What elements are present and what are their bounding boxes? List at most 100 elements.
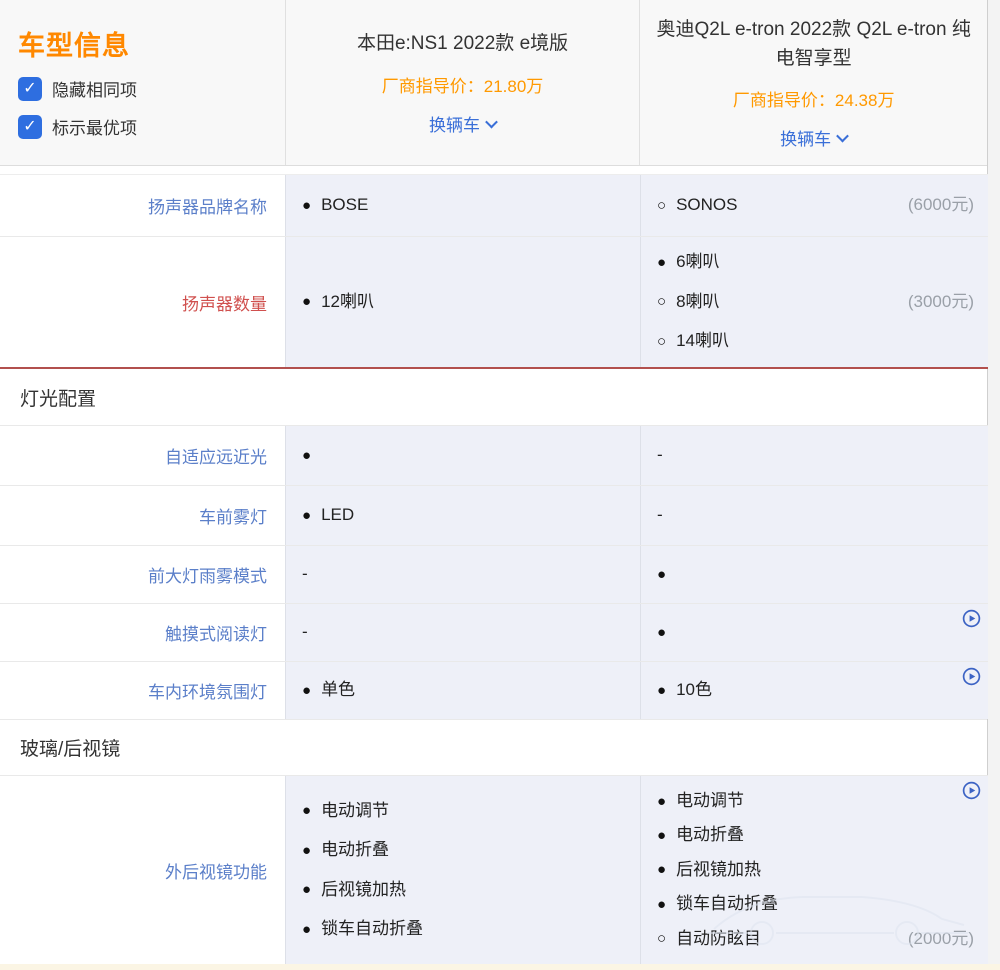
feature-item: ●电动调节: [302, 801, 626, 821]
row-label-front-fog[interactable]: 车前雾灯: [0, 486, 285, 545]
car2-price: 厂商指导价：24.38万: [733, 86, 895, 111]
feature-item: ●单色: [302, 680, 626, 700]
car2-ambient-light-cell: ●10色: [640, 662, 988, 719]
filled-dot-icon: ●: [302, 922, 311, 937]
car1-front-fog-cell: ●LED: [285, 486, 640, 545]
feature-item: ○SONOS(6000元): [657, 195, 974, 215]
table-row-front-fog: 车前雾灯 ●LED -: [0, 485, 988, 545]
filled-dot-icon: ●: [657, 794, 666, 809]
mark-best-row: ✓ 标示最优项: [18, 114, 285, 139]
filled-dot-icon: ●: [657, 255, 666, 270]
feature-item: ●后视镜加热: [657, 860, 974, 880]
feature-item: ○自动防眩目(2000元): [657, 929, 974, 949]
chevron-down-icon: [485, 115, 498, 128]
feature-item: ●: [657, 567, 974, 582]
hide-same-row: ✓ 隐藏相同项: [18, 76, 285, 101]
filled-dot-icon: ●: [657, 862, 666, 877]
car1-ambient-light-cell: ●单色: [285, 662, 640, 719]
table-row-mirror-functions: 外后视镜功能 ●电动调节 ●电动折叠 ●后视镜加热 ●锁车自动折叠 ●电动调节 …: [0, 775, 988, 964]
car1-mirror-functions-cell: ●电动调节 ●电动折叠 ●后视镜加热 ●锁车自动折叠: [285, 776, 640, 964]
feature-item: ●12喇叭: [302, 292, 626, 312]
table-row-rain-fog-mode: 前大灯雨雾模式 - ●: [0, 545, 988, 603]
filled-dot-icon: ●: [657, 897, 666, 912]
feature-item: -: [657, 445, 974, 465]
car2-adaptive-beam-cell: -: [640, 426, 988, 485]
car2-header: 奥迪Q2L e-tron 2022款 Q2L e-tron 纯电智享型 厂商指导…: [639, 0, 987, 165]
video-play-icon[interactable]: [962, 667, 981, 686]
car2-rain-fog-mode-cell: ●: [640, 546, 988, 603]
feature-item: ●BOSE: [302, 195, 626, 215]
filled-dot-icon: ●: [302, 683, 311, 698]
checkmark-icon: ✓: [23, 119, 36, 135]
filled-dot-icon: ●: [302, 882, 311, 897]
page-title: 车型信息: [18, 24, 285, 63]
row-label-touch-reading-light[interactable]: 触摸式阅读灯: [0, 604, 285, 661]
row-label-speaker-count[interactable]: 扬声器数量: [0, 237, 285, 367]
feature-item: ○14喇叭: [657, 331, 974, 351]
open-dot-icon: ○: [657, 198, 666, 213]
feature-item: -: [302, 564, 626, 584]
feature-item: ○8喇叭(3000元): [657, 292, 974, 312]
table-row-ambient-light: 车内环境氛围灯 ●单色 ●10色: [0, 661, 988, 719]
mark-best-checkbox[interactable]: ✓: [18, 115, 42, 139]
table-header: 车型信息 ✓ 隐藏相同项 ✓ 标示最优项 本田e:NS1 2022款 e境版 厂…: [0, 0, 987, 166]
row-label-adaptive-beam[interactable]: 自适应远近光: [0, 426, 285, 485]
bottom-strip: [0, 964, 1000, 970]
feature-item: ●: [302, 448, 626, 463]
feature-item: ●电动调节: [657, 791, 974, 811]
car1-rain-fog-mode-cell: -: [285, 546, 640, 603]
filled-dot-icon: ●: [302, 294, 311, 309]
row-label-mirror-functions[interactable]: 外后视镜功能: [0, 776, 285, 964]
feature-item: ●10色: [657, 680, 974, 700]
row-label-ambient-light[interactable]: 车内环境氛围灯: [0, 662, 285, 719]
car2-mirror-functions-cell: ●电动调节 ●电动折叠 ●后视镜加热 ●锁车自动折叠 ○自动防眩目(2000元): [640, 776, 988, 964]
feature-item: ●锁车自动折叠: [657, 894, 974, 914]
video-play-icon[interactable]: [962, 609, 981, 628]
open-dot-icon: ○: [657, 294, 666, 309]
hide-same-label: 隐藏相同项: [52, 76, 137, 101]
filled-dot-icon: ●: [302, 508, 311, 523]
chevron-down-icon: [836, 130, 849, 143]
video-play-icon[interactable]: [962, 781, 981, 800]
car1-price: 厂商指导价：21.80万: [382, 72, 544, 97]
filled-dot-icon: ●: [302, 198, 311, 213]
filled-dot-icon: ●: [657, 828, 666, 843]
car2-name: 奥迪Q2L e-tron 2022款 Q2L e-tron 纯电智享型: [652, 15, 975, 74]
filled-dot-icon: ●: [657, 683, 666, 698]
filled-dot-icon: ●: [302, 843, 311, 858]
car-comparison-page: 车型信息 ✓ 隐藏相同项 ✓ 标示最优项 本田e:NS1 2022款 e境版 厂…: [0, 0, 1000, 970]
car2-speaker-brand-cell: ○SONOS(6000元): [640, 175, 988, 236]
filled-dot-icon: ●: [302, 803, 311, 818]
car1-adaptive-beam-cell: ●: [285, 426, 640, 485]
car1-change-link[interactable]: 换辆车: [429, 111, 496, 136]
feature-item: ●电动折叠: [302, 840, 626, 860]
filled-dot-icon: ●: [657, 625, 666, 640]
table-row-touch-reading-light: 触摸式阅读灯 - ●: [0, 603, 988, 661]
option-price: (3000元): [908, 292, 974, 312]
header-gap: [0, 166, 987, 174]
car1-header: 本田e:NS1 2022款 e境版 厂商指导价：21.80万 换辆车: [285, 0, 640, 165]
row-label-speaker-brand[interactable]: 扬声器品牌名称: [0, 175, 285, 236]
car1-speaker-count-cell: ●12喇叭: [285, 237, 640, 367]
car2-front-fog-cell: -: [640, 486, 988, 545]
car2-touch-reading-light-cell: ●: [640, 604, 988, 661]
feature-item: ●: [657, 625, 974, 640]
section-header-lighting: 灯光配置: [0, 369, 987, 425]
feature-item: ●LED: [302, 505, 626, 525]
open-dot-icon: ○: [657, 334, 666, 349]
hide-same-checkbox[interactable]: ✓: [18, 77, 42, 101]
table-row-adaptive-beam: 自适应远近光 ● -: [0, 425, 988, 485]
table-row-speaker-brand: 扬声器品牌名称 ●BOSE ○SONOS(6000元): [0, 174, 988, 236]
option-price: (2000元): [908, 929, 974, 949]
section-header-glass-mirror: 玻璃/后视镜: [0, 719, 987, 775]
row-label-rain-fog-mode[interactable]: 前大灯雨雾模式: [0, 546, 285, 603]
car2-change-link[interactable]: 换辆车: [780, 125, 847, 150]
car1-speaker-brand-cell: ●BOSE: [285, 175, 640, 236]
feature-item: ●后视镜加热: [302, 880, 626, 900]
open-dot-icon: ○: [657, 931, 666, 946]
comparison-table: 车型信息 ✓ 隐藏相同项 ✓ 标示最优项 本田e:NS1 2022款 e境版 厂…: [0, 0, 988, 970]
table-row-speaker-count: 扬声器数量 ●12喇叭 ●6喇叭 ○8喇叭(3000元) ○14喇叭: [0, 236, 988, 367]
feature-item: ●锁车自动折叠: [302, 919, 626, 939]
feature-item: -: [657, 505, 974, 525]
checkmark-icon: ✓: [23, 81, 36, 97]
